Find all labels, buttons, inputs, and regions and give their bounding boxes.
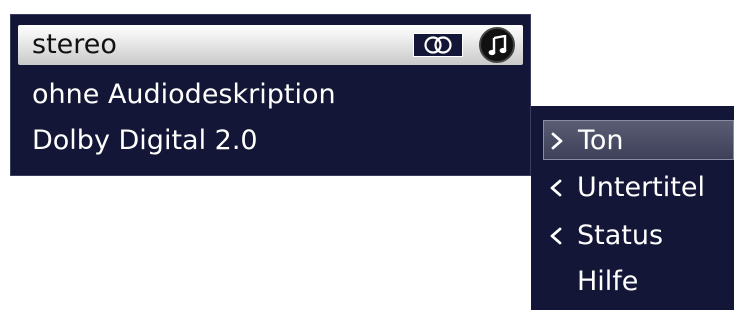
chevron-left-icon (549, 216, 569, 256)
chevron-right-icon (550, 121, 570, 161)
music-note-icon (479, 27, 515, 63)
audio-track-label: stereo (32, 29, 117, 60)
menu-item-label: Ton (578, 125, 624, 156)
menu-item-label: Untertitel (577, 172, 705, 203)
audio-track-stereo[interactable]: stereo (18, 25, 523, 65)
menu-item-label: Status (577, 220, 664, 251)
menu-item-label: Hilfe (577, 266, 639, 297)
audio-track-dolby-digital[interactable]: Dolby Digital 2.0 (18, 121, 523, 161)
menu-item-ton[interactable]: Ton (543, 120, 734, 160)
menu-item-hilfe[interactable]: Hilfe (543, 262, 734, 302)
audio-track-label: ohne Audiodeskription (32, 79, 336, 110)
audio-track-panel: stereo ohne Audiodeskription Dolby Digit… (10, 14, 531, 176)
menu-item-status[interactable]: Status (543, 216, 734, 256)
audio-track-no-audio-description[interactable]: ohne Audiodeskription (18, 75, 523, 115)
menu-item-untertitel[interactable]: Untertitel (543, 168, 734, 208)
stereo-icon (413, 33, 463, 57)
options-menu: Ton Untertitel Status Hilfe (531, 106, 734, 310)
chevron-left-icon (549, 168, 569, 208)
audio-track-label: Dolby Digital 2.0 (32, 125, 258, 156)
